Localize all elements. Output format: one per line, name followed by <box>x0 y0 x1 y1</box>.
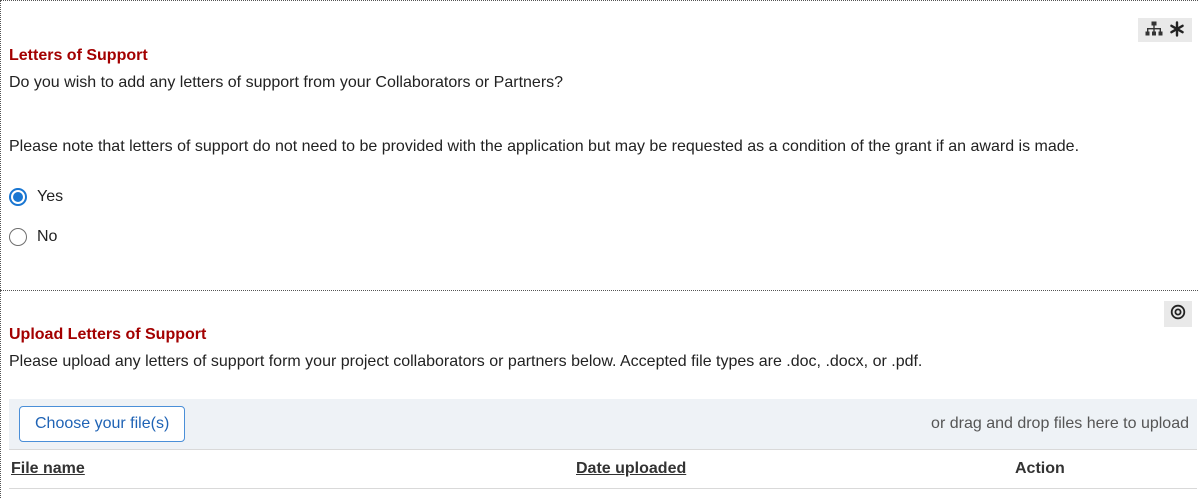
radio-label-yes[interactable]: Yes <box>37 188 63 206</box>
radio-option-no[interactable]: No <box>9 228 57 246</box>
radio-button-yes[interactable] <box>9 188 27 206</box>
files-table-header: File name Date uploaded Action <box>9 449 1197 489</box>
question-note: Please note that letters of support do n… <box>9 138 1080 155</box>
hierarchy-icon[interactable] <box>1145 21 1163 40</box>
upload-instructions: Please upload any letters of support for… <box>9 353 923 370</box>
form-page: Letters of Support Do you wish to add an… <box>0 0 1198 498</box>
radio-button-no[interactable] <box>9 228 27 246</box>
upload-dropzone[interactable]: Choose your file(s) or drag and drop fil… <box>9 399 1197 449</box>
upload-letters-section: Upload Letters of Support Please upload … <box>0 290 1198 498</box>
radio-label-no[interactable]: No <box>37 228 57 246</box>
upload-title: Upload Letters of Support <box>9 326 207 343</box>
required-asterisk-icon <box>1169 20 1185 40</box>
upload-tools <box>1164 301 1192 327</box>
question-tools <box>1138 18 1192 42</box>
column-header-date-uploaded[interactable]: Date uploaded <box>576 450 686 488</box>
column-header-file-name[interactable]: File name <box>11 450 85 488</box>
question-text: Do you wish to add any letters of suppor… <box>9 74 564 91</box>
choose-files-button[interactable]: Choose your file(s) <box>19 406 186 442</box>
question-title: Letters of Support <box>9 47 148 64</box>
drag-drop-hint: or drag and drop files here to upload <box>931 415 1189 432</box>
column-header-action: Action <box>1015 460 1065 477</box>
radio-option-yes[interactable]: Yes <box>9 188 63 206</box>
target-icon[interactable] <box>1170 304 1186 325</box>
letters-of-support-question: Letters of Support Do you wish to add an… <box>0 0 1198 290</box>
